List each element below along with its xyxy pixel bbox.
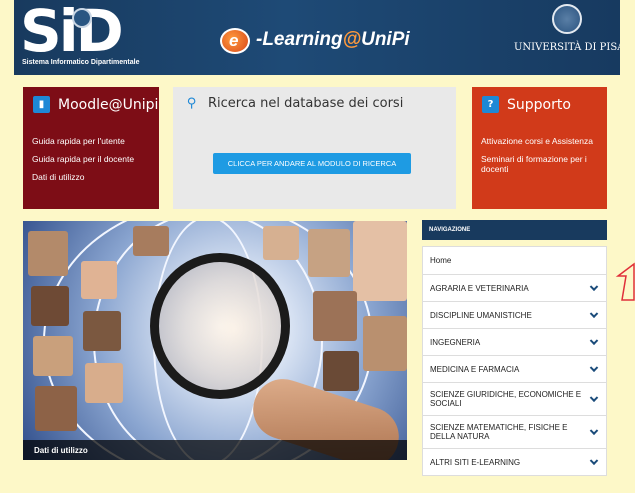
hero-image[interactable]: Dati di utilizzo: [23, 221, 407, 460]
magnifying-glass: [150, 253, 290, 399]
nav-item-label: Home: [430, 256, 452, 265]
nav-item-label: MEDICINA E FARMACIA: [430, 364, 520, 374]
support-title[interactable]: ? Supporto: [482, 96, 571, 113]
face-tile: [133, 226, 169, 256]
moodle-title-label: Moodle@Unipi: [58, 96, 159, 113]
face-tile: [83, 311, 121, 351]
elearning-e-icon: e: [220, 28, 250, 54]
nav-item-label: SCIENZE MATEMATICHE, FISICHE E DELLA NAT…: [430, 423, 568, 441]
chevron-down-icon[interactable]: [589, 426, 599, 436]
chevron-down-icon[interactable]: [589, 456, 599, 466]
chevron-down-icon[interactable]: [589, 282, 599, 292]
search-module-button[interactable]: CLICCA PER ANDARE AL MODULO DI RICERCA: [213, 153, 411, 174]
unipi-name: UNIVERSITÀ DI PISA: [514, 42, 620, 53]
face-tile: [313, 291, 357, 341]
nav-item-umanistiche[interactable]: DISCIPLINE UMANISTICHE: [422, 302, 607, 329]
search-box: ⚲ Ricerca nel database dei corsi CLICCA …: [173, 87, 456, 209]
elearning-logo[interactable]: e -Learning@UniPi: [220, 28, 460, 58]
face-tile: [35, 386, 77, 431]
book-icon: ▮: [33, 96, 50, 113]
moodle-link-user-guide[interactable]: Guida rapida per l'utente: [32, 136, 134, 146]
unipi-logo[interactable]: UNIVERSITÀ DI PISA: [514, 4, 620, 70]
face-tile: [85, 363, 123, 403]
navigation-block: NAVIGAZIONE Home AGRARIA E VETERINARIA D…: [422, 220, 607, 476]
chevron-down-icon[interactable]: [589, 336, 599, 346]
elearning-title: -Learning@UniPi: [256, 29, 410, 50]
support-title-label: Supporto: [507, 96, 571, 113]
nav-item-label: DISCIPLINE UMANISTICHE: [430, 310, 532, 320]
nav-item-altri-siti[interactable]: ALTRI SITI E-LEARNING: [422, 449, 607, 476]
question-icon: ?: [482, 96, 499, 113]
nav-item-label: ALTRI SITI E-LEARNING: [430, 457, 521, 467]
hero-caption[interactable]: Dati di utilizzo: [34, 446, 88, 455]
support-link-activation[interactable]: Attivazione corsi e Assistenza: [481, 136, 607, 146]
chevron-down-icon[interactable]: [589, 393, 599, 403]
search-title-label: Ricerca nel database dei corsi: [208, 96, 404, 111]
face-tile: [28, 231, 68, 276]
arrow-icon: [615, 262, 635, 301]
nav-item-agraria[interactable]: AGRARIA E VETERINARIA: [422, 275, 607, 302]
site-header: SiD Sistema Informatico Dipartimentale e…: [14, 0, 620, 75]
moodle-title[interactable]: ▮ Moodle@Unipi: [33, 96, 158, 113]
face-tile: [81, 261, 117, 299]
nav-item-label: SCIENZE GIURIDICHE, ECONOMICHE E SOCIALI: [430, 390, 582, 408]
face-tile: [353, 221, 407, 301]
face-tile: [363, 316, 407, 371]
search-title: ⚲ Ricerca nel database dei corsi: [183, 96, 404, 111]
nav-item-home[interactable]: Home: [422, 246, 607, 275]
unipi-seal-icon: [552, 4, 582, 34]
moodle-link-usage-data[interactable]: Dati di utilizzo: [32, 172, 134, 182]
nav-item-matematiche[interactable]: SCIENZE MATEMATICHE, FISICHE E DELLA NAT…: [422, 416, 607, 449]
sid-seal-icon: [72, 8, 92, 28]
face-tile: [31, 286, 69, 326]
face-tile: [308, 229, 350, 277]
chevron-down-icon[interactable]: [589, 363, 599, 373]
support-box: ? Supporto Attivazione corsi e Assistenz…: [472, 87, 607, 209]
moodle-box: ▮ Moodle@Unipi Guida rapida per l'utente…: [23, 87, 159, 209]
face-tile: [263, 226, 299, 260]
nav-item-label: AGRARIA E VETERINARIA: [430, 283, 529, 293]
support-link-seminars[interactable]: Seminari di formazione per i docenti: [481, 154, 607, 174]
moodle-link-teacher-guide[interactable]: Guida rapida per il docente: [32, 154, 134, 164]
nav-item-medicina[interactable]: MEDICINA E FARMACIA: [422, 356, 607, 383]
nav-item-giuridiche[interactable]: SCIENZE GIURIDICHE, ECONOMICHE E SOCIALI: [422, 383, 607, 416]
chevron-down-icon[interactable]: [589, 309, 599, 319]
sid-logo-subtitle: Sistema Informatico Dipartimentale: [22, 59, 140, 66]
face-tile: [323, 351, 359, 391]
face-tile: [33, 336, 73, 376]
search-icon: ⚲: [186, 96, 197, 111]
sid-logo-text: SiD: [20, 0, 124, 65]
nav-item-label: INGEGNERIA: [430, 337, 481, 347]
nav-item-ingegneria[interactable]: INGEGNERIA: [422, 329, 607, 356]
sid-logo[interactable]: SiD Sistema Informatico Dipartimentale: [20, 0, 168, 68]
navigation-header: NAVIGAZIONE: [422, 220, 607, 240]
